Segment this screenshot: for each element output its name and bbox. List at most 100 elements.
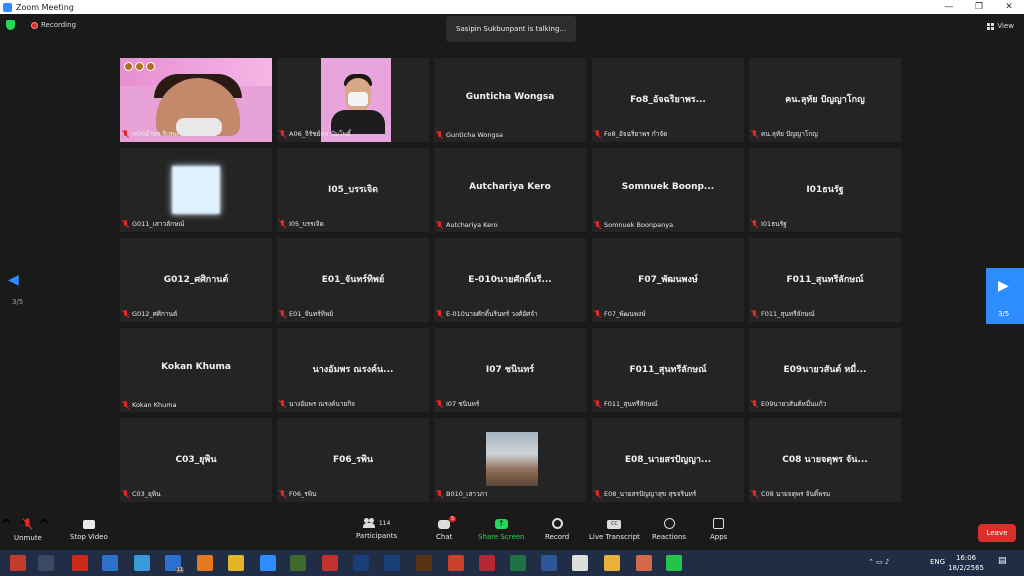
apps-label: Apps	[710, 533, 728, 541]
calendar-icon[interactable]	[102, 555, 118, 571]
reactions-button[interactable]: Reactions	[652, 518, 686, 541]
participant-tile[interactable]: C03_ยุพิน C03_ยุพิน	[120, 418, 272, 502]
participant-display-name: Somnuek Boonp...	[621, 182, 715, 192]
meeting-toolbar: Unmute ^ Stop Video ^ 114 Participants ^…	[0, 516, 1024, 550]
photoshop-icon-2[interactable]	[384, 555, 400, 571]
participants-button[interactable]: 114 Participants	[356, 518, 397, 540]
participant-tile[interactable]: Fo8_อัจฉริยาพร... Fo8_อัจฉริยาพร กำจัด	[592, 58, 744, 142]
word-icon[interactable]	[541, 555, 557, 571]
muted-microphone-icon	[279, 400, 286, 408]
qr-app-icon[interactable]	[572, 555, 588, 571]
participant-name-text: E09นายวสันต์หมื่นแก้ว	[761, 400, 827, 408]
mail-icon[interactable]: 11	[165, 555, 184, 573]
participant-tile[interactable]: F06_รพิน F06_รพิน	[277, 418, 429, 502]
next-page-arrow-icon: ▶	[998, 278, 1009, 294]
participant-tile[interactable]: F011_สุนทรีลักษณ์ F011_สุนทรีลักษณ์	[592, 328, 744, 412]
active-speaker-text: Sasipin Sukbunpant is talking...	[456, 25, 567, 33]
app-icon-4[interactable]	[322, 555, 338, 571]
participant-tile[interactable]: ฅน.ลุทัย ปัญญาโกญ ฅน.ลุทัย ปัญญาโกญ	[749, 58, 901, 142]
view-button[interactable]: View	[987, 22, 1014, 30]
mail-badge: 11	[175, 567, 184, 573]
participant-tile[interactable]: B010_เสาวภา	[434, 418, 586, 502]
zoom-logo-icon	[3, 2, 12, 12]
muted-microphone-icon	[279, 490, 286, 498]
participant-display-name: ฅน.ลุทัย ปัญญาโกญ	[785, 95, 865, 105]
participant-tile[interactable]: C08 นายจตุพร จัน... C08 นายจตุพร จันติ์พร…	[749, 418, 901, 502]
participant-tile[interactable]: I01ธนรัฐ I01ธนรัฐ	[749, 148, 901, 232]
profile-picture	[486, 432, 538, 486]
participant-tile[interactable]: E-010นายศักดิ์นรี... E-010นายศักดิ์นรินทร…	[434, 238, 586, 322]
audio-options-chevron-icon[interactable]: ^	[0, 516, 13, 535]
participant-tile[interactable]: Kokan Khuma Kokan Khuma	[120, 328, 272, 412]
next-page-button[interactable]: ▶ 3/5	[986, 268, 1024, 324]
previous-page-arrow-icon[interactable]: ◀	[8, 272, 19, 288]
participant-name-label: Kokan Khuma	[122, 401, 177, 409]
participant-tile[interactable]: E08_นายสรปัญญา... E08_นายสรปัญญาสุข สุขจร…	[592, 418, 744, 502]
participant-tile[interactable]: F07_พัฒนพงษ์ F07_พัฒนพงษ์	[592, 238, 744, 322]
participant-tile[interactable]: G012_ศศิกานต์ G012_ศศิกานต์	[120, 238, 272, 322]
recording-dot-icon	[31, 21, 38, 29]
encryption-shield-icon[interactable]	[6, 20, 15, 30]
participant-tile[interactable]: H06อำพร ริเสพภัณีน์	[120, 58, 272, 142]
muted-microphone-icon	[436, 310, 443, 318]
participant-tile[interactable]: I05_บรรเจิด I05_บรรเจิด	[277, 148, 429, 232]
participant-tile[interactable]: Somnuek Boonp... Somnuek Boonpanya	[592, 148, 744, 232]
illustrator-icon[interactable]	[416, 555, 432, 571]
participant-tile[interactable]: I07 ชนินทร์ I07 ชนินทร์	[434, 328, 586, 412]
recording-indicator[interactable]: Recording	[31, 21, 76, 29]
participant-tile[interactable]: G011_เสาวลักษณ์	[120, 148, 272, 232]
leave-button[interactable]: Leave	[978, 524, 1016, 542]
powerpoint-icon[interactable]	[448, 555, 464, 571]
participant-tile[interactable]: A06_จิรัชย์ศล ปัมโพธิ์	[277, 58, 429, 142]
participant-name-text: นางอัมพร ณรงค์นายกิจ	[289, 400, 355, 408]
muted-microphone-icon	[122, 490, 129, 498]
participant-tile[interactable]: นางอัมพร ณรงค์น... นางอัมพร ณรงค์นายกิจ	[277, 328, 429, 412]
access-icon[interactable]	[479, 555, 495, 571]
task-view-icon[interactable]	[38, 555, 54, 571]
participant-tile[interactable]: F011_สุนทรีลักษณ์ F011_สุนทรีลักษณ์	[749, 238, 901, 322]
calculator-icon[interactable]	[134, 555, 150, 571]
participant-name-label: E01_จันทร์ทิพย์	[279, 309, 333, 319]
participant-tile[interactable]: Gunticha Wongsa Gunticha Wongsa	[434, 58, 586, 142]
app-icon-2[interactable]	[197, 555, 213, 571]
video-camera-icon	[82, 520, 95, 529]
muted-microphone-icon	[594, 310, 601, 318]
minimize-button[interactable]: —	[934, 0, 964, 14]
participant-tile[interactable]: Autchariya Kero Autchariya Kero	[434, 148, 586, 232]
muted-microphone-icon	[122, 220, 129, 228]
participant-tile[interactable]: E09นายวสันต์ หมื่... E09นายวสันต์หมื่นแก้…	[749, 328, 901, 412]
participant-name-label: I05_บรรเจิด	[279, 219, 324, 229]
line-icon[interactable]	[666, 555, 682, 571]
maximize-button[interactable]: ❐	[964, 0, 994, 14]
live-transcript-button[interactable]: CC Live Transcript	[589, 518, 640, 541]
photoshop-icon-1[interactable]	[353, 555, 369, 571]
participant-name-text: Autchariya Kero	[446, 221, 498, 229]
apps-button[interactable]: Apps	[710, 518, 727, 541]
app-icon-3[interactable]	[228, 555, 244, 571]
tray-icons[interactable]: ⌃ ▭ ♪	[868, 558, 889, 566]
zoom-taskbar-icon[interactable]	[260, 555, 276, 571]
muted-microphone-icon	[751, 220, 758, 228]
record-button[interactable]: Record	[545, 518, 569, 541]
app-icon-1[interactable]	[72, 555, 88, 571]
app-icon-5[interactable]	[636, 555, 652, 571]
window-titlebar: Zoom Meeting — ❐ ✕	[0, 0, 1024, 14]
participant-tile[interactable]: E01_จันทร์ทิพย์ E01_จันทร์ทิพย์	[277, 238, 429, 322]
taskbar-clock[interactable]: 16:06 18/2/2565	[948, 553, 984, 573]
participant-name-label: E-010นายศักดิ์นรินทร์ วงศ์อัศจำ	[436, 309, 538, 319]
muted-microphone-icon	[436, 131, 443, 139]
stop-video-button[interactable]: Stop Video	[70, 518, 108, 541]
excel-icon[interactable]	[510, 555, 526, 571]
close-button[interactable]: ✕	[994, 0, 1024, 14]
participant-name-text: Kokan Khuma	[132, 401, 177, 409]
start-icon[interactable]	[10, 555, 26, 571]
language-indicator[interactable]: ENG	[930, 558, 945, 566]
unmute-button[interactable]: Unmute	[14, 518, 42, 542]
chat-button[interactable]: 5 Chat	[436, 516, 457, 541]
notifications-icon[interactable]: ▤	[998, 556, 1007, 566]
muted-microphone-icon	[279, 220, 286, 228]
share-screen-button[interactable]: ↑ Share Screen	[478, 518, 525, 541]
file-explorer-icon[interactable]	[604, 555, 620, 571]
participant-name-label: C08 นายจตุพร จันติ์พรม	[751, 489, 830, 499]
dreamweaver-icon[interactable]	[290, 555, 306, 571]
